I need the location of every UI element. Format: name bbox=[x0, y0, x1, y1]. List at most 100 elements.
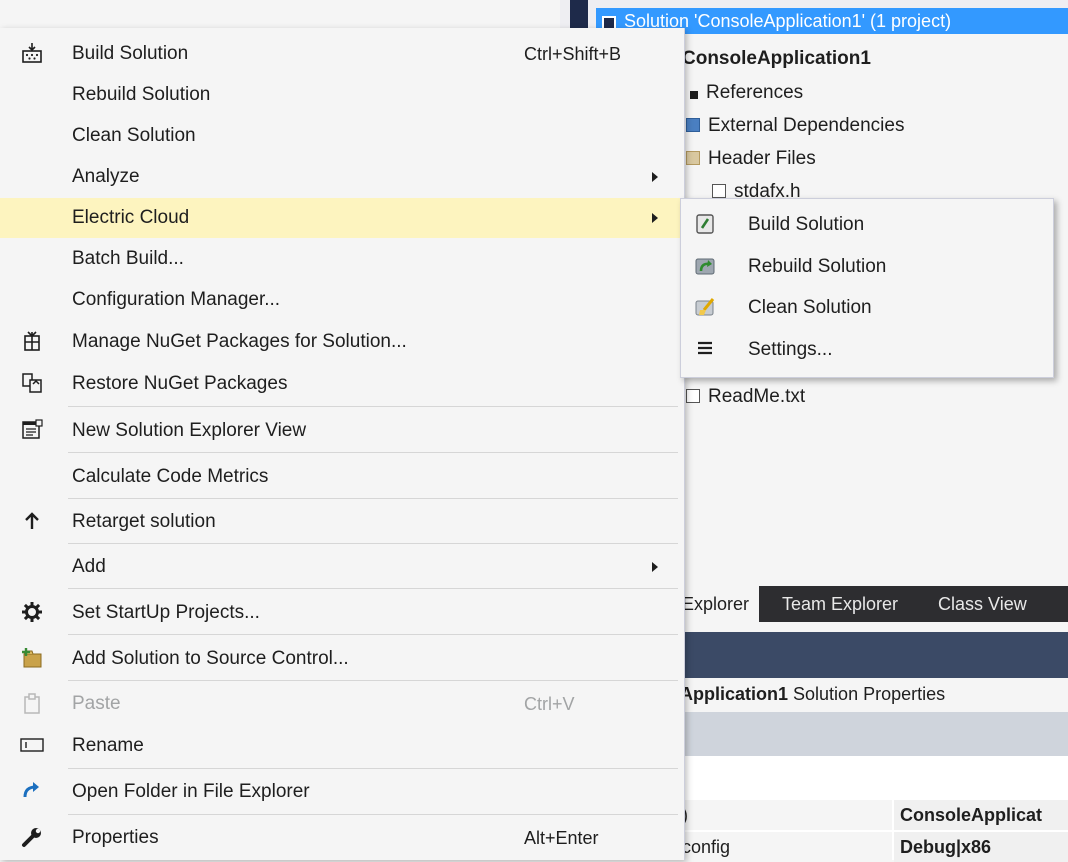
hamburger-icon bbox=[693, 338, 717, 362]
menu-item-paste[interactable]: Paste Ctrl+V bbox=[0, 684, 684, 724]
menu-item-electric-cloud[interactable]: Electric Cloud bbox=[0, 198, 684, 238]
menu-item-label: Restore NuGet Packages bbox=[72, 373, 288, 394]
new-view-icon bbox=[20, 419, 44, 443]
properties-toolbar bbox=[680, 712, 1068, 756]
submenu-item-build-solution[interactable]: Build Solution bbox=[681, 205, 1053, 245]
ec-clean-icon bbox=[693, 296, 717, 320]
menu-item-label: Set StartUp Projects... bbox=[72, 602, 260, 623]
submenu-item-label: Build Solution bbox=[748, 214, 865, 235]
electric-cloud-submenu: Build Solution Rebuild Solution Clean So… bbox=[680, 198, 1054, 378]
properties-object-name: Application1 bbox=[680, 684, 789, 704]
tab-team-explorer[interactable]: Team Explorer bbox=[782, 586, 898, 622]
menu-item-manage-nuget[interactable]: Manage NuGet Packages for Solution... bbox=[0, 322, 684, 362]
submenu-item-settings[interactable]: Settings... bbox=[681, 330, 1053, 370]
menu-separator bbox=[68, 814, 678, 815]
wrench-icon bbox=[20, 826, 44, 850]
rename-icon bbox=[20, 734, 44, 758]
properties-title: Application1 Solution Properties bbox=[680, 684, 945, 705]
folder-icon bbox=[686, 151, 700, 165]
menu-separator bbox=[68, 680, 678, 681]
menu-separator bbox=[68, 768, 678, 769]
property-value: ConsoleApplicat bbox=[894, 800, 1068, 830]
menu-item-label: Paste bbox=[72, 693, 121, 714]
submenu-item-label: Clean Solution bbox=[748, 297, 872, 318]
tree-node-header-files[interactable]: Header Files bbox=[686, 148, 816, 170]
ec-build-icon bbox=[693, 213, 717, 237]
submenu-arrow-icon bbox=[652, 213, 658, 223]
menu-separator bbox=[68, 543, 678, 544]
submenu-arrow-icon bbox=[652, 172, 658, 182]
header-file-icon bbox=[712, 184, 726, 198]
source-control-icon bbox=[20, 647, 44, 671]
menu-item-add-to-source-control[interactable]: Add Solution to Source Control... bbox=[0, 639, 684, 679]
menu-separator bbox=[68, 406, 678, 407]
property-name: ) bbox=[680, 800, 892, 830]
text-file-icon bbox=[686, 389, 700, 403]
property-row[interactable]: config Debug|x86 bbox=[680, 832, 1068, 862]
menu-item-label: Build Solution bbox=[72, 43, 189, 64]
tree-node-readme[interactable]: ReadMe.txt bbox=[686, 386, 805, 408]
menu-item-label: Clean Solution bbox=[72, 125, 196, 146]
properties-header bbox=[680, 632, 1068, 678]
properties-object-type: Solution Properties bbox=[793, 684, 946, 704]
tree-node-external-dependencies[interactable]: External Dependencies bbox=[686, 115, 904, 137]
menu-item-label: Add bbox=[72, 556, 106, 577]
menu-item-build-solution[interactable]: Build Solution Ctrl+Shift+B bbox=[0, 34, 684, 74]
menu-item-label: Analyze bbox=[72, 166, 140, 187]
menu-item-properties[interactable]: Properties Alt+Enter bbox=[0, 818, 684, 858]
menu-item-clean-solution[interactable]: Clean Solution bbox=[0, 116, 684, 156]
menu-item-label: New Solution Explorer View bbox=[72, 420, 307, 441]
menu-item-add[interactable]: Add bbox=[0, 547, 684, 587]
tree-node-label: Header Files bbox=[708, 148, 816, 169]
external-dependencies-icon bbox=[686, 118, 700, 132]
menu-item-label: Configuration Manager... bbox=[72, 289, 281, 310]
menu-item-batch-build[interactable]: Batch Build... bbox=[0, 239, 684, 279]
tab-class-view[interactable]: Class View bbox=[938, 586, 1027, 622]
menu-item-label: Rename bbox=[72, 735, 144, 756]
menu-item-restore-nuget[interactable]: Restore NuGet Packages bbox=[0, 364, 684, 404]
menu-separator bbox=[68, 588, 678, 589]
menu-item-rename[interactable]: Rename bbox=[0, 726, 684, 766]
menu-item-label: Add Solution to Source Control... bbox=[72, 648, 349, 669]
menu-shortcut: Alt+Enter bbox=[524, 828, 599, 848]
solution-context-menu: Build Solution Ctrl+Shift+B Rebuild Solu… bbox=[0, 28, 685, 860]
tree-node-label: References bbox=[706, 82, 804, 103]
project-node[interactable]: ConsoleApplication1 bbox=[682, 48, 871, 70]
menu-item-label: Properties bbox=[72, 827, 159, 848]
menu-item-label: Manage NuGet Packages for Solution... bbox=[72, 331, 407, 352]
submenu-item-label: Settings... bbox=[748, 339, 833, 360]
arrow-up-icon bbox=[20, 510, 44, 534]
ec-rebuild-icon bbox=[693, 255, 717, 279]
menu-item-new-solution-explorer-view[interactable]: New Solution Explorer View bbox=[0, 411, 684, 451]
open-folder-icon bbox=[20, 780, 44, 804]
submenu-item-clean-solution[interactable]: Clean Solution bbox=[681, 288, 1053, 328]
build-icon bbox=[20, 42, 44, 66]
menu-item-label: Rebuild Solution bbox=[72, 84, 211, 105]
menu-item-calculate-code-metrics[interactable]: Calculate Code Metrics bbox=[0, 457, 684, 497]
menu-item-open-folder-in-file-explorer[interactable]: Open Folder in File Explorer bbox=[0, 772, 684, 812]
menu-shortcut: Ctrl+V bbox=[524, 694, 575, 714]
menu-separator bbox=[68, 634, 678, 635]
property-name: config bbox=[680, 832, 892, 862]
tree-node-references[interactable]: References bbox=[690, 82, 803, 104]
tree-node-label: ReadMe.txt bbox=[708, 386, 806, 407]
references-icon bbox=[690, 91, 698, 99]
menu-item-set-startup-projects[interactable]: Set StartUp Projects... bbox=[0, 593, 684, 633]
paste-icon bbox=[20, 692, 44, 716]
restore-icon bbox=[20, 372, 44, 396]
submenu-item-rebuild-solution[interactable]: Rebuild Solution bbox=[681, 247, 1053, 287]
gear-icon bbox=[20, 601, 44, 625]
menu-item-label: Retarget solution bbox=[72, 511, 216, 532]
menu-item-analyze[interactable]: Analyze bbox=[0, 157, 684, 197]
menu-item-configuration-manager[interactable]: Configuration Manager... bbox=[0, 280, 684, 320]
menu-separator bbox=[68, 498, 678, 499]
menu-item-label: Open Folder in File Explorer bbox=[72, 781, 310, 802]
tab-solution-explorer[interactable]: Explorer bbox=[680, 586, 760, 622]
menu-item-label: Electric Cloud bbox=[72, 207, 190, 228]
property-row[interactable]: ) ConsoleApplicat bbox=[680, 800, 1068, 830]
menu-item-rebuild-solution[interactable]: Rebuild Solution bbox=[0, 75, 684, 115]
menu-item-label: Calculate Code Metrics bbox=[72, 466, 269, 487]
explorer-tab-bar: Explorer Team Explorer Class View bbox=[680, 586, 1068, 622]
menu-item-retarget-solution[interactable]: Retarget solution bbox=[0, 502, 684, 542]
submenu-item-label: Rebuild Solution bbox=[748, 256, 887, 277]
